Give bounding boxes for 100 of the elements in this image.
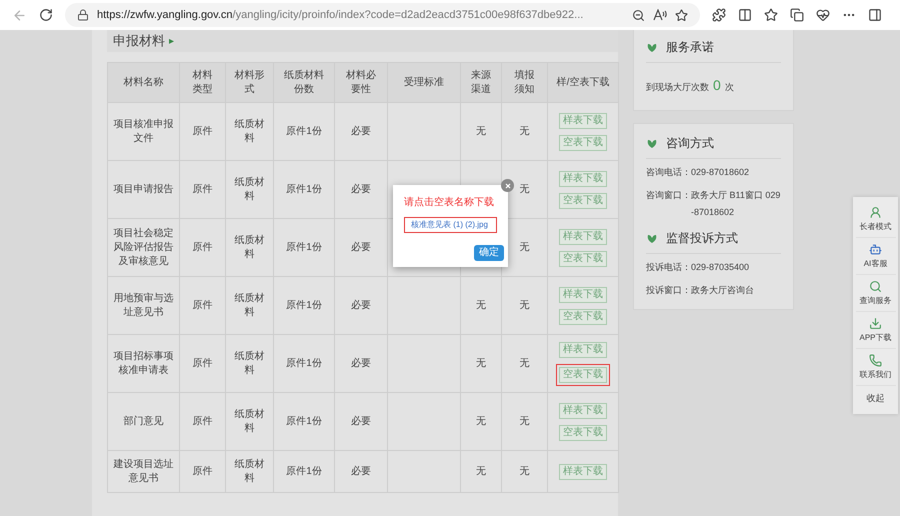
- table-cell: 必要: [351, 242, 371, 252]
- column-header: 材料形式: [226, 62, 274, 102]
- table-cell: 无: [520, 300, 530, 310]
- table-cell: 无: [476, 358, 486, 368]
- card-title: 咨询方式: [666, 135, 714, 152]
- visits-count: 0: [713, 76, 721, 95]
- table-cell: 必要: [351, 358, 371, 368]
- download-button[interactable]: 空表下载: [559, 134, 607, 150]
- toolbar-item[interactable]: 收起: [856, 386, 896, 410]
- contact-label: 投诉电话：: [646, 261, 691, 274]
- contact-value: 029-87018602: [691, 166, 750, 179]
- collections-icon[interactable]: [790, 8, 804, 22]
- lock-icon: [77, 9, 89, 21]
- table-cell: 原件: [192, 416, 212, 426]
- table-cell: 原件1份: [286, 300, 322, 310]
- download-button[interactable]: 样表下载: [559, 342, 607, 358]
- column-header: 受理标准: [388, 62, 460, 102]
- table-cell: 项目申请报告: [114, 184, 174, 194]
- toolbar-item[interactable]: AI客服: [856, 238, 896, 275]
- table-cell: 无: [520, 466, 530, 476]
- download-button[interactable]: 空表下载: [559, 192, 607, 208]
- card-title: 监督投诉方式: [666, 230, 738, 247]
- table-cell: 项目招标事项核准申请表: [114, 350, 174, 376]
- table-cell: 纸质材料: [234, 458, 264, 484]
- download-button[interactable]: 空表下载: [556, 364, 610, 386]
- download-button[interactable]: 样表下载: [559, 286, 607, 302]
- file-link[interactable]: 核准意见表 (1) (2).jpg: [404, 217, 497, 233]
- download-button[interactable]: 样表下载: [559, 402, 607, 418]
- table-cell: 原件: [192, 242, 212, 252]
- toolbar-item[interactable]: 查询服务: [856, 275, 896, 312]
- visits-label: 到现场大厅次数: [646, 81, 709, 94]
- download-button[interactable]: 样表下载: [559, 228, 607, 244]
- table-cell: 无: [520, 416, 530, 426]
- download-button[interactable]: 空表下载: [559, 250, 607, 266]
- table-cell: 原件: [192, 300, 212, 310]
- confirm-button[interactable]: 确定: [474, 245, 504, 261]
- column-header: 材料名称: [108, 62, 180, 102]
- sidebar-icon[interactable]: [868, 8, 882, 22]
- split-screen-icon[interactable]: [738, 8, 752, 22]
- extensions-icon[interactable]: [712, 8, 726, 22]
- column-header: 来源渠道: [460, 62, 502, 102]
- download-button[interactable]: 样表下载: [559, 464, 607, 480]
- contact-value: 政务大厅咨询台: [691, 284, 754, 297]
- search-icon: [869, 280, 882, 293]
- table-cell: 原件: [192, 466, 212, 476]
- table-cell: 必要: [351, 184, 371, 194]
- read-aloud-icon[interactable]: [653, 9, 667, 21]
- card-title: 服务承诺: [666, 39, 714, 56]
- contact-value: 029-87035400: [691, 261, 750, 274]
- url-text: https://zwfw.yangling.gov.cn/yangling/icity/proinfo/index?code=d2ad2eacd3751c00e98f637dbe922...: [97, 8, 584, 23]
- table-cell: 无: [520, 126, 530, 136]
- close-icon: [504, 182, 510, 188]
- phone-icon: [869, 354, 882, 367]
- download-button[interactable]: 样表下载: [559, 112, 607, 128]
- download-button[interactable]: 空表下载: [559, 308, 607, 324]
- table-cell: 用地预审与选址意见书: [114, 292, 174, 318]
- health-icon[interactable]: [816, 8, 830, 22]
- column-header: 材料类型: [180, 62, 226, 102]
- table-cell: 无: [476, 466, 486, 476]
- download-icon: [869, 317, 882, 330]
- section-title: 申报材料: [113, 32, 165, 50]
- toolbar-item[interactable]: 联系我们: [856, 349, 896, 386]
- zoom-out-icon[interactable]: [632, 8, 645, 22]
- table-cell: 原件1份: [286, 242, 322, 252]
- modal-title: 请点击空表名称下载: [404, 197, 495, 209]
- favorite-star-icon[interactable]: [675, 8, 688, 22]
- table-cell: 原件1份: [286, 126, 322, 136]
- refresh-icon[interactable]: [39, 8, 53, 22]
- table-cell: 纸质材料: [234, 176, 264, 202]
- table-cell: 无: [520, 184, 530, 194]
- robot-icon: [869, 243, 882, 256]
- download-button[interactable]: 样表下载: [559, 170, 607, 186]
- table-cell: 纸质材料: [234, 408, 264, 434]
- toolbar-item[interactable]: 长者模式: [856, 201, 896, 238]
- table-cell: 原件: [192, 126, 212, 136]
- contact-label: 投诉窗口：: [646, 284, 691, 297]
- table-cell: 原件: [192, 358, 212, 368]
- column-header: 填报须知: [502, 62, 548, 102]
- contact-label: 咨询窗口：: [646, 189, 691, 202]
- table-cell: 原件: [192, 184, 212, 194]
- favorites-icon[interactable]: [764, 8, 778, 22]
- toolbar-item[interactable]: APP下载: [856, 312, 896, 349]
- contact-label: 咨询电话：: [646, 166, 691, 179]
- table-cell: 纸质材料: [234, 118, 264, 144]
- table-cell: 纸质材料: [234, 292, 264, 318]
- table-cell: 纸质材料: [234, 350, 264, 376]
- table-cell: 无: [476, 416, 486, 426]
- table-cell: 原件1份: [286, 358, 322, 368]
- table-cell: 原件1份: [286, 466, 322, 476]
- table-cell: 项目核准申报文件: [114, 118, 174, 144]
- table-cell: 必要: [351, 300, 371, 310]
- address-bar[interactable]: https://zwfw.yangling.gov.cn/yangling/icity/proinfo/index?code=d2ad2eacd3751c00e98f637dbe922...: [65, 3, 700, 27]
- close-button[interactable]: [501, 179, 514, 192]
- column-header: 样/空表下载: [548, 62, 618, 102]
- contact-value: 政务大厅 B11窗口 029-87018602: [691, 189, 781, 219]
- column-header: 材料必要性: [334, 62, 388, 102]
- table-cell: 原件1份: [286, 184, 322, 194]
- download-button[interactable]: 空表下载: [559, 424, 607, 440]
- table-cell: 必要: [351, 466, 371, 476]
- table-cell: 必要: [351, 126, 371, 136]
